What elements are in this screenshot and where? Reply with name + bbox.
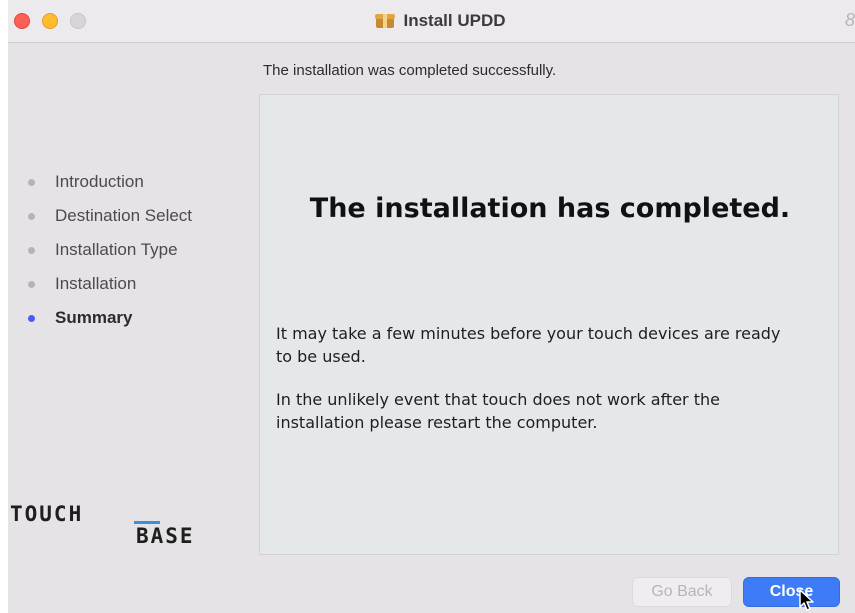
steps-list: Introduction Destination Select Installa… [28, 165, 192, 335]
step-bullet-icon [28, 178, 35, 186]
logo-bottom-text: BASE [136, 524, 195, 548]
step-bullet-icon [28, 212, 35, 220]
package-icon [375, 13, 396, 29]
window-title-group: Install UPDD [8, 0, 855, 42]
step-label: Summary [55, 308, 133, 327]
step-introduction: Introduction [28, 165, 192, 199]
step-installation-type: Installation Type [28, 233, 192, 267]
content-panel: The installation has completed. It may t… [259, 94, 839, 555]
step-bullet-icon [28, 246, 35, 254]
step-label: Introduction [55, 172, 144, 191]
touchbase-logo: TOUCH BASE [10, 502, 248, 554]
logo-top-text: TOUCH [10, 502, 84, 526]
page-subtitle: The installation was completed successfu… [263, 62, 557, 79]
step-label: Installation Type [55, 240, 178, 259]
steps-sidebar: Introduction Destination Select Installa… [8, 43, 256, 613]
title-bar: Install UPDD 8 [8, 0, 855, 43]
step-label: Installation [55, 274, 137, 293]
installer-window: Install UPDD 8 Introduction Destination … [8, 0, 855, 613]
close-button[interactable]: Close [743, 577, 840, 607]
step-summary: Summary [28, 301, 192, 335]
step-destination-select: Destination Select [28, 199, 192, 233]
window-title: Install UPDD [403, 11, 506, 30]
step-bullet-active-icon [28, 314, 35, 322]
go-back-button[interactable]: Go Back [632, 577, 732, 607]
step-bullet-icon [28, 280, 35, 288]
step-installation: Installation [28, 267, 192, 301]
completion-heading: The installation has completed. [309, 193, 791, 224]
cursor-arrow-icon [799, 589, 814, 611]
step-label: Destination Select [55, 206, 193, 225]
info-paragraph: It may take a few minutes before your to… [276, 324, 781, 366]
title-edge-glyph: 8 [844, 10, 855, 30]
restart-paragraph: In the unlikely event that touch does no… [276, 390, 720, 432]
